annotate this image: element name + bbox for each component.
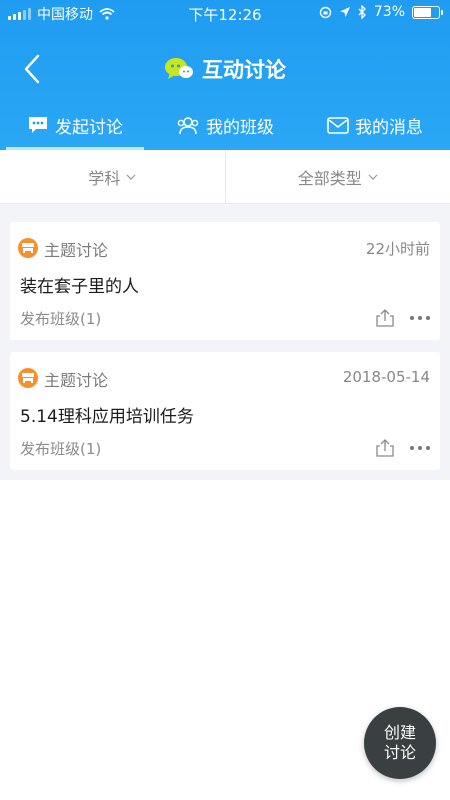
bluetooth-icon (358, 5, 366, 19)
discussion-title: 5.14理科应用培训任务 (20, 407, 194, 427)
fab-label-line1: 创建 (383, 723, 416, 742)
published-classes: 发布班级(1) (20, 440, 102, 458)
topic-discussion-icon (18, 368, 38, 388)
create-discussion-button[interactable]: 创建 讨论 (364, 707, 436, 779)
tab-label: 我的班级 (206, 117, 274, 138)
published-classes: 发布班级(1) (20, 310, 102, 328)
rotation-lock-icon (319, 6, 332, 18)
tab-label: 发起讨论 (55, 117, 123, 138)
subject-filter[interactable]: 学科 (0, 150, 225, 203)
more-icon[interactable] (410, 316, 430, 322)
fab-label-line2: 讨论 (383, 743, 416, 762)
topic-discussion-icon (18, 238, 38, 258)
chevron-down-icon (126, 174, 136, 180)
more-icon[interactable] (410, 446, 430, 452)
discussion-time: 22小时前 (365, 240, 430, 258)
filter-label: 全部类型 (297, 168, 362, 188)
share-icon[interactable] (374, 438, 396, 458)
message-icon (29, 117, 47, 133)
envelope-icon (327, 116, 349, 134)
status-bar: 中国移动 下午12:26 73% (0, 0, 450, 26)
location-icon (339, 7, 350, 17)
tab-my-class[interactable]: 我的班级 (150, 100, 300, 150)
discussion-card[interactable]: 主题讨论 2018-05-14 5.14理科应用培训任务 发布班级(1) (10, 352, 440, 470)
filter-label: 学科 (88, 168, 121, 188)
chevron-down-icon (368, 174, 378, 180)
battery-level (414, 7, 431, 17)
battery-icon (412, 5, 443, 19)
group-icon (177, 117, 199, 135)
tab-label: 我的消息 (355, 117, 423, 138)
battery-percent: 73% (373, 4, 405, 20)
discussion-time: 2018-05-14 (342, 368, 430, 386)
type-filter[interactable]: 全部类型 (224, 150, 450, 203)
discussion-type: 主题讨论 (44, 241, 109, 260)
app-header: 中国移动 下午12:26 73% 互动讨论 发起讨论 我的班级 我的消息 (0, 0, 450, 150)
discussion-type: 主题讨论 (44, 371, 109, 390)
tab-my-messages[interactable]: 我的消息 (300, 100, 450, 150)
discussion-card[interactable]: 主题讨论 22小时前 装在套子里的人 发布班级(1) (10, 222, 440, 340)
tab-bar: 发起讨论 我的班级 我的消息 (0, 100, 450, 150)
nav-bar: 互动讨论 (0, 40, 450, 98)
discussion-title: 装在套子里的人 (20, 277, 139, 297)
page-title: 互动讨论 (202, 58, 286, 82)
share-icon[interactable] (374, 308, 396, 328)
discussion-list: 主题讨论 22小时前 装在套子里的人 发布班级(1) 主题讨论 2018-05-… (0, 204, 450, 480)
tab-start-discussion[interactable]: 发起讨论 (0, 100, 150, 150)
filter-bar: 学科 全部类型 (0, 150, 450, 204)
chat-bubbles-icon (165, 58, 193, 79)
